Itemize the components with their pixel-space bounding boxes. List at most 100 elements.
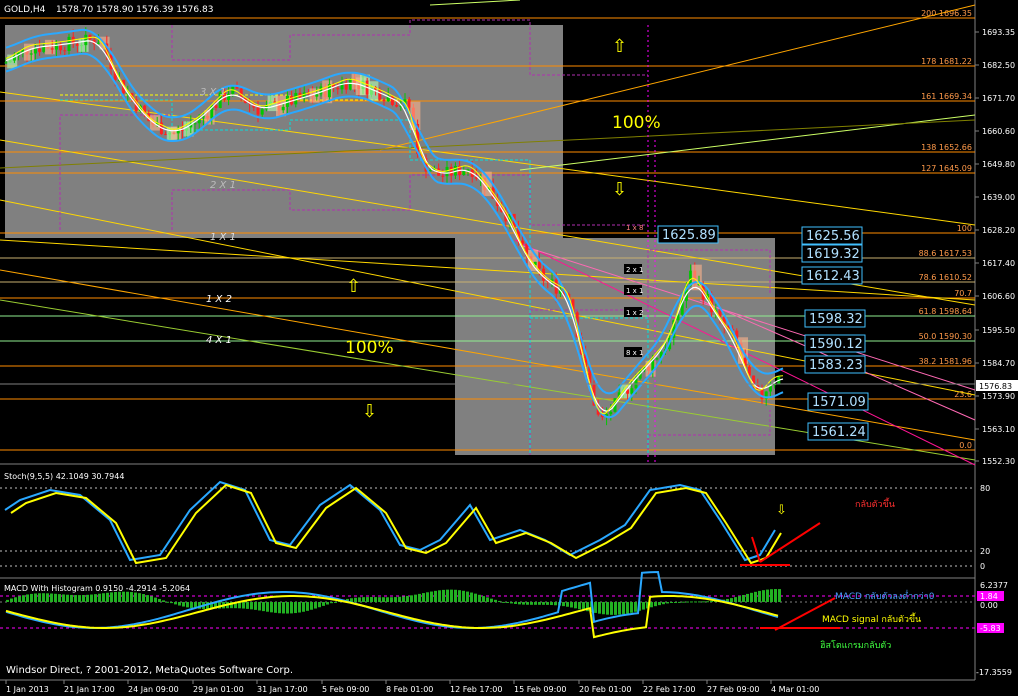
arrow-down-icon: ⇩ [612, 179, 627, 200]
macd-box-label: 1.84 [980, 592, 998, 601]
fib-level-label: 161 1669.34 [921, 92, 972, 101]
macd-label: MACD With Histogram 0.9150 -4.2914 -5.20… [4, 584, 190, 593]
price-level-value: 1625.56 [806, 229, 860, 244]
macd-histogram-bar [274, 602, 277, 613]
macd-histogram-bar [62, 594, 65, 602]
macd-histogram-bar [50, 593, 53, 602]
gann-label: 1 x 1 [626, 287, 644, 295]
macd-histogram-bar [698, 601, 701, 603]
macd-histogram-bar [290, 602, 293, 614]
macd-histogram-bar [314, 602, 317, 609]
macd-histogram-bar [54, 593, 57, 602]
fib-level-label: 127 1645.09 [921, 164, 972, 173]
macd-histogram-bar [546, 602, 549, 605]
macd-histogram-bar [354, 597, 357, 602]
macd-histogram-bar [658, 602, 661, 606]
percent-label: 100% [345, 338, 394, 358]
macd-histogram-bar [134, 592, 137, 602]
macd-histogram-bar [150, 596, 153, 602]
macd-histogram-bar [630, 602, 633, 613]
macd-histogram-bar [102, 593, 105, 602]
macd-histogram-bar [566, 602, 569, 607]
macd-histogram-bar [578, 602, 581, 610]
time-tick-label: 15 Feb 09:00 [514, 685, 566, 694]
fib-level-label: 38.2 1581.96 [919, 357, 972, 366]
candle-body [33, 48, 37, 54]
macd-histogram-bar [606, 602, 609, 615]
stoch-level-label: 0 [980, 562, 985, 571]
trading-chart[interactable]: 200 1696.35178 1681.22161 1669.34138 165… [0, 0, 1018, 696]
macd-histogram-bar [542, 602, 545, 605]
price-tick-label: 1617.40 [982, 259, 1015, 268]
candle-body [84, 34, 88, 46]
macd-histogram-bar [138, 593, 141, 602]
candle-zone [276, 95, 286, 117]
candle-body [38, 48, 42, 52]
macd-histogram-bar [742, 595, 745, 602]
macd-histogram-bar [426, 592, 429, 602]
gann-label: 1 x 2 [626, 309, 644, 317]
macd-histogram-bar [754, 591, 757, 602]
arrow-down-icon: ⇩ [362, 401, 377, 422]
stoch-level-label: 20 [980, 547, 990, 556]
candle-body [294, 92, 298, 105]
macd-histogram-bar [594, 602, 597, 613]
macd-histogram-bar [514, 602, 517, 604]
macd-histogram-bar [14, 597, 17, 602]
macd-histogram-bar [526, 602, 529, 605]
macd-histogram-bar [22, 595, 25, 602]
macd-histogram-bar [114, 592, 117, 602]
candle-body [348, 79, 352, 90]
macd-histogram-bar [550, 602, 553, 606]
macd-histogram-bar [622, 602, 625, 615]
macd-histogram-bar [266, 602, 269, 612]
macd-histogram-bar [58, 594, 61, 602]
price-tick-label: 1628.20 [982, 226, 1015, 235]
macd-histogram-bar [618, 602, 621, 615]
macd-histogram-bar [146, 595, 149, 602]
macd-histogram-bar [258, 602, 261, 611]
time-tick-label: 5 Feb 09:00 [322, 685, 369, 694]
macd-histogram-bar [166, 601, 169, 603]
candle-body [462, 171, 466, 176]
macd-histogram-bar [746, 593, 749, 602]
macd-histogram-bar [694, 601, 697, 603]
gann-label: 3 X 1 [200, 87, 226, 98]
macd-histogram-bar [498, 600, 501, 602]
candle-body [63, 50, 67, 52]
macd-histogram-bar [626, 602, 629, 614]
arrow-up-icon: ⇧ [346, 276, 361, 297]
price-tick-label: 1595.50 [982, 326, 1015, 335]
macd-histogram-bar [454, 589, 457, 602]
macd-histogram-bar [534, 602, 537, 605]
price-level-value: 1583.23 [809, 358, 863, 373]
macd-histogram-bar [474, 593, 477, 602]
macd-histogram-bar [654, 602, 657, 607]
macd-histogram-bar [358, 597, 361, 602]
macd-histogram-bar [706, 601, 709, 603]
price-tick-label: 1649.80 [982, 160, 1015, 169]
macd-histogram-bar [38, 593, 41, 602]
macd-histogram-bar [178, 602, 181, 606]
range-box-1 [5, 25, 563, 238]
macd-histogram-bar [406, 595, 409, 602]
macd-histogram-bar [482, 596, 485, 602]
time-tick-label: 27 Feb 09:00 [707, 685, 759, 694]
macd-histogram-bar [98, 593, 101, 602]
price-level-value: 1619.32 [806, 247, 860, 262]
candle-body [407, 99, 411, 108]
time-tick-label: 8 Feb 01:00 [386, 685, 433, 694]
macd-histogram-bar [510, 602, 513, 604]
macd-histogram-bar [362, 597, 365, 602]
macd-histogram-bar [674, 602, 677, 603]
candle-body [382, 99, 386, 102]
macd-histogram-bar [110, 592, 113, 602]
macd-histogram-bar [46, 593, 49, 602]
price-tick-label: 1563.10 [982, 425, 1015, 434]
macd-histogram-bar [330, 602, 333, 604]
macd-histogram-bar [682, 601, 685, 603]
macd-histogram-bar [598, 602, 601, 614]
macd-histogram-bar [94, 594, 97, 602]
macd-histogram-bar [26, 594, 29, 602]
macd-histogram-bar [490, 598, 493, 602]
